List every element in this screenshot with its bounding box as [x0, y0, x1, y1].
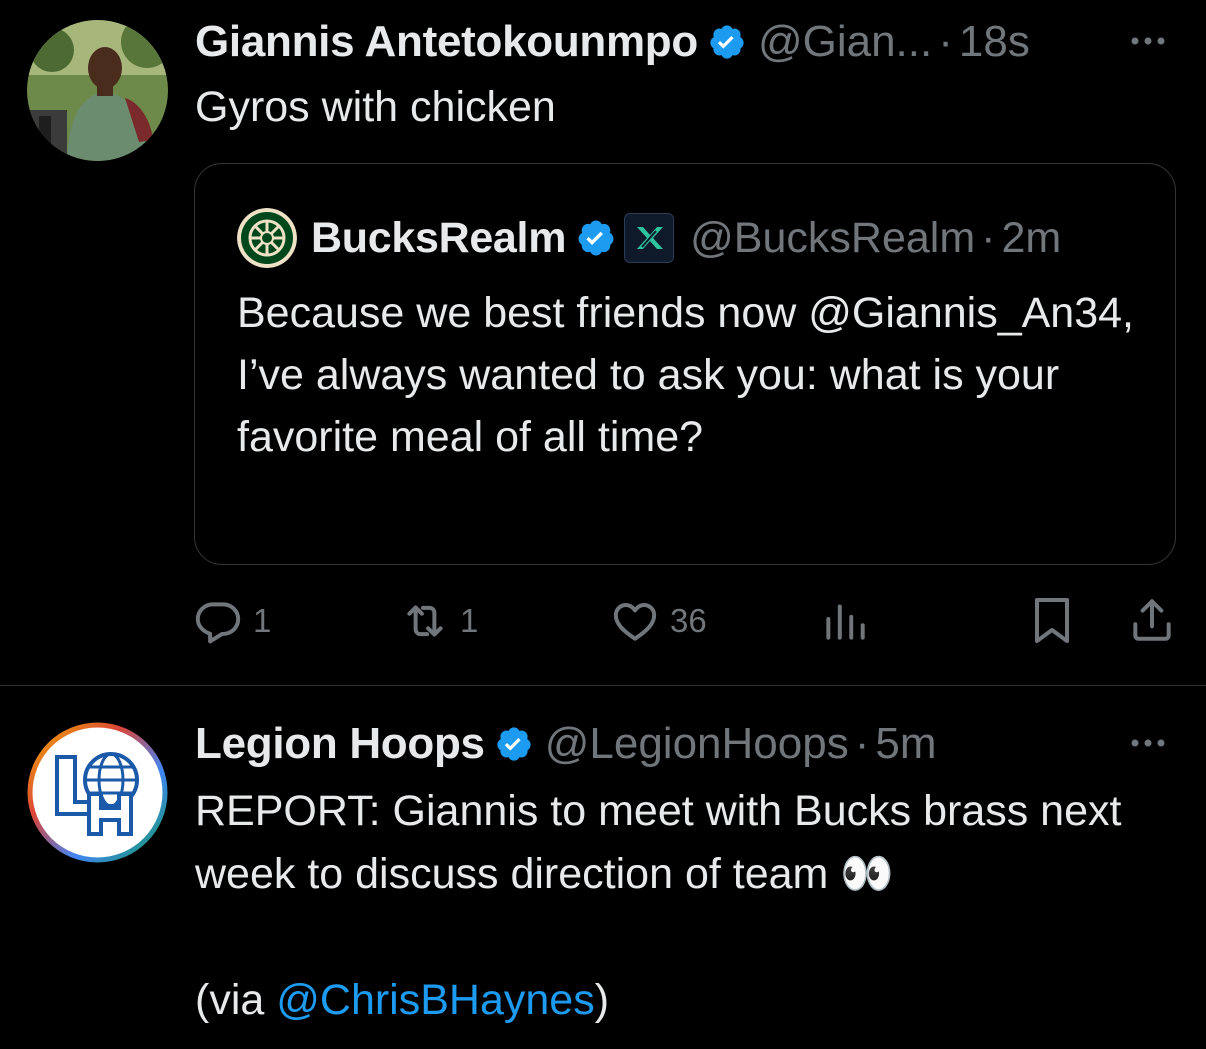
reply-count: 1: [253, 602, 272, 639]
like-button[interactable]: 36: [610, 596, 707, 646]
bookmark-icon: [1035, 598, 1069, 643]
tweet-text: REPORT: Giannis to meet with Bucks brass…: [195, 780, 1155, 1032]
separator-dot: ·: [854, 719, 870, 768]
timestamp[interactable]: 5m: [875, 718, 936, 770]
via-line: (via @ChrisBHaynes): [195, 969, 1155, 1032]
quoted-author-name[interactable]: BucksRealm: [311, 212, 566, 264]
views-button[interactable]: [820, 596, 870, 646]
author-handle[interactable]: @Gian...: [758, 16, 932, 68]
reply-icon: [195, 602, 241, 644]
via-suffix: ): [594, 976, 610, 1024]
tweet-text-main: REPORT: Giannis to meet with Bucks brass…: [195, 780, 1155, 906]
quoted-tweet-text: Because we best friends now @Giannis_An3…: [237, 289, 1134, 461]
quoted-timestamp[interactable]: 2m: [1001, 212, 1061, 264]
quoted-author-handle[interactable]: @BucksRealm: [690, 212, 975, 264]
tweet-text: Gyros with chicken: [195, 83, 556, 131]
views-icon: [826, 604, 865, 640]
share-button[interactable]: [1127, 595, 1177, 645]
author-name[interactable]: Legion Hoops: [195, 718, 485, 770]
more-icon[interactable]: [1130, 738, 1166, 748]
like-icon: [613, 602, 657, 641]
bucksrealm-logo[interactable]: [237, 208, 297, 268]
verified-icon: [710, 25, 744, 59]
like-count: 36: [670, 602, 707, 639]
mention-link[interactable]: @ChrisBHaynes: [276, 976, 594, 1024]
separator-dot: ·: [938, 17, 953, 66]
repost-button[interactable]: 1: [400, 596, 478, 646]
quoted-tweet[interactable]: BucksRealm @BucksRealm · 2m Because we b…: [194, 163, 1176, 565]
avatar-legionhoops[interactable]: [27, 722, 168, 863]
quoted-tweet-header: BucksRealm @BucksRealm · 2m: [237, 208, 1061, 268]
separator-dot: ·: [981, 214, 996, 262]
reply-button[interactable]: 1: [193, 596, 271, 646]
via-prefix: (via: [195, 976, 277, 1024]
author-name[interactable]: Giannis Antetokounmpo: [195, 16, 698, 68]
avatar-giannis[interactable]: [27, 20, 168, 161]
eyes-emoji: 👀: [840, 850, 894, 898]
report-text: REPORT: Giannis to meet with Bucks brass…: [195, 787, 1122, 898]
affiliate-badge-icon[interactable]: [624, 213, 675, 263]
tweet-actions: 1 1 36: [0, 593, 1206, 649]
repost-icon: [407, 605, 443, 637]
tweet-legionhoops[interactable]: Legion Hoops @LegionHoops · 5m REPORT: G…: [0, 686, 1206, 1049]
author-handle[interactable]: @LegionHoops: [545, 718, 849, 770]
tweet-giannis[interactable]: Giannis Antetokounmpo @Gian... · 18s Gyr…: [0, 0, 1206, 686]
bookmark-button[interactable]: [1028, 595, 1076, 647]
tweet-header: Giannis Antetokounmpo @Gian... · 18s: [195, 16, 1030, 68]
tweet-header: Legion Hoops @LegionHoops · 5m: [195, 718, 936, 770]
share-icon: [1133, 599, 1171, 641]
verified-icon: [497, 727, 531, 761]
verified-icon: [578, 220, 614, 256]
repost-count: 1: [460, 602, 479, 639]
more-icon[interactable]: [1130, 36, 1166, 46]
timestamp[interactable]: 18s: [959, 16, 1030, 68]
